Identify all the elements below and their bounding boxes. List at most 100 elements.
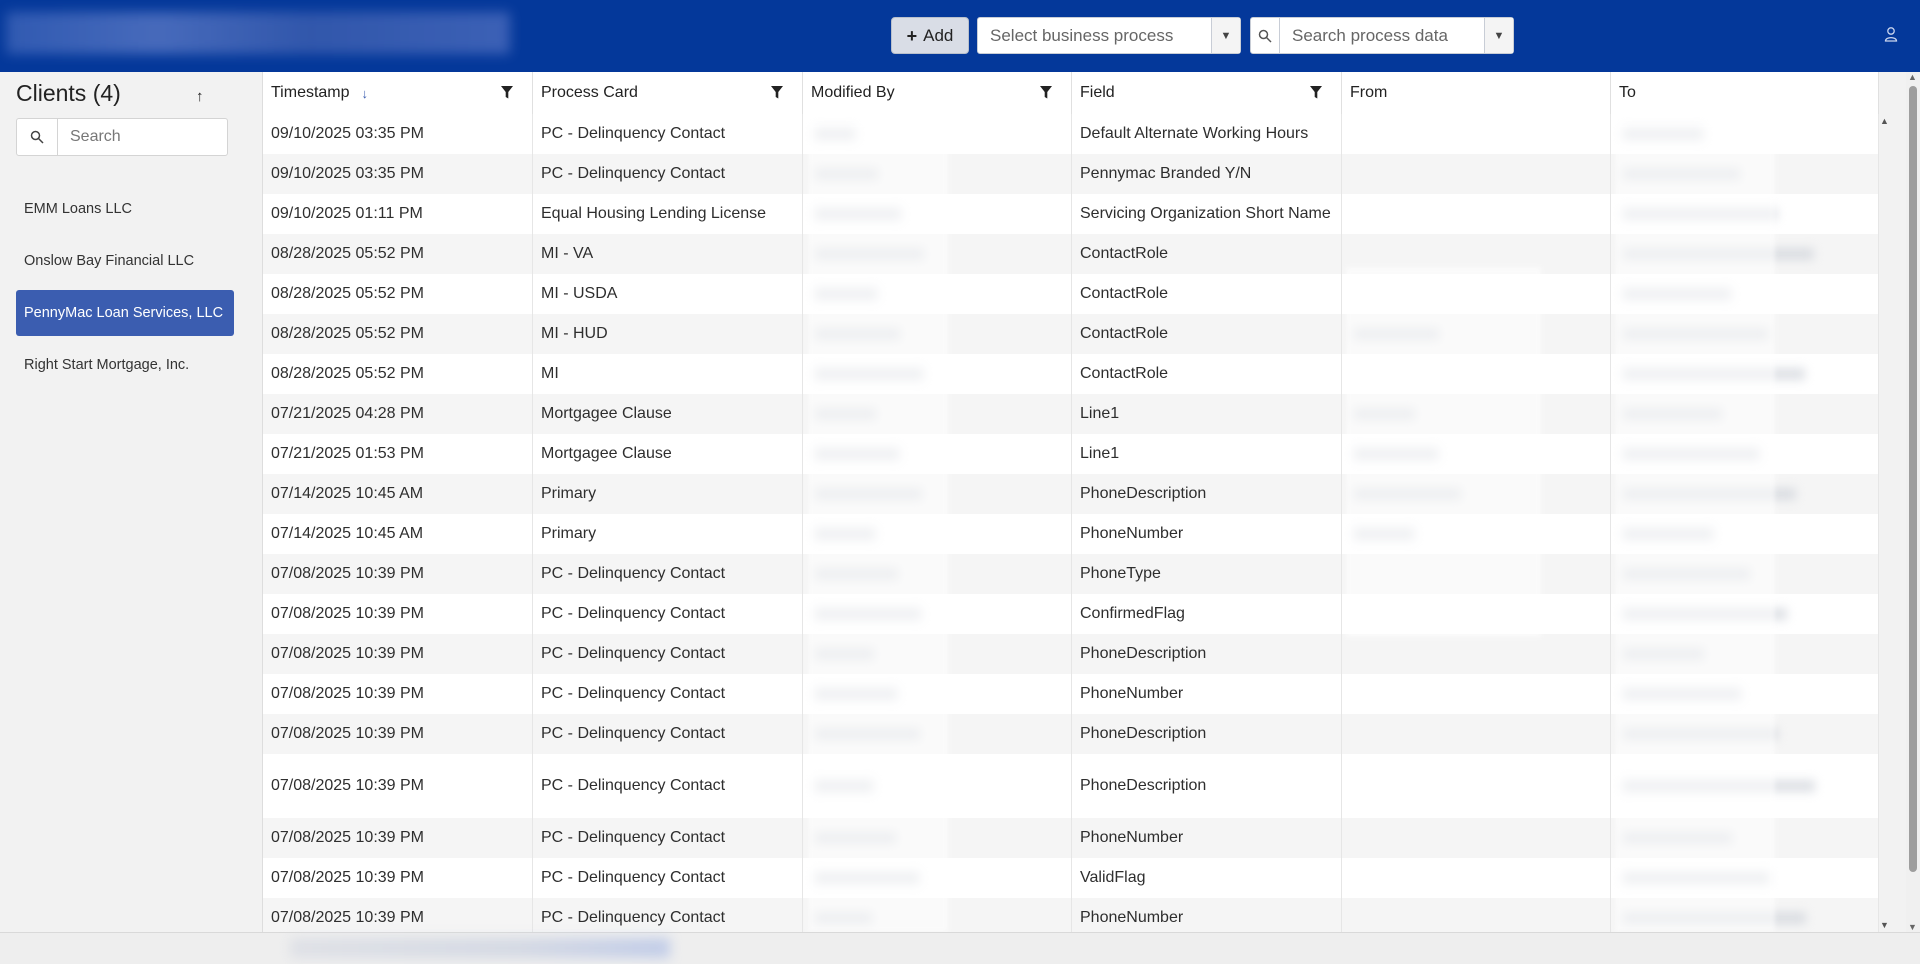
column-header[interactable]: From [1342,72,1611,114]
sort-desc-icon[interactable]: ↓ [362,86,369,101]
chevron-down-icon[interactable]: ▼ [1211,18,1240,53]
client-item[interactable]: Right Start Mortgage, Inc. [16,342,234,388]
cell-timestamp: 08/28/2025 05:52 PM [263,354,533,394]
cell-field: PhoneDescription [1072,754,1342,818]
cell-timestamp: 07/08/2025 10:39 PM [263,554,533,594]
cell-field: PhoneDescription [1072,634,1342,674]
cell-field: PhoneNumber [1072,514,1342,554]
clients-title: Clients (4) [16,80,121,106]
filter-icon[interactable] [500,85,514,100]
cell-timestamp: 08/28/2025 05:52 PM [263,274,533,314]
grid-header: Timestamp ↓ Process Card Modified By Field Fr… [263,72,1879,115]
cell-from [1342,114,1611,154]
filter-icon[interactable] [1039,85,1053,100]
cell-timestamp: 07/08/2025 10:39 PM [263,714,533,754]
cell-from [1342,818,1611,858]
cell-timestamp: 07/14/2025 10:45 AM [263,514,533,554]
cell-process-card: PC - Delinquency Contact [533,634,803,674]
cell-timestamp: 07/08/2025 10:39 PM [263,594,533,634]
chevron-down-icon[interactable]: ▼ [1484,18,1513,53]
filter-icon[interactable] [1309,85,1323,100]
page-scrollbar[interactable]: ▲ ▼ [1906,72,1920,932]
cell-process-card: PC - Delinquency Contact [533,858,803,898]
column-header-label: Process Card [541,84,638,101]
cell-from [1342,714,1611,754]
bottom-bar [0,932,1920,964]
sort-arrow-icon[interactable]: ↑ [196,88,204,105]
grid-scroll-up-icon[interactable]: ▲ [1880,116,1889,126]
plus-icon: + [906,25,918,46]
cell-process-card: Equal Housing Lending License [533,194,803,234]
cell-process-card: MI [533,354,803,394]
column-header[interactable]: Field [1072,72,1342,114]
cell-field: ContactRole [1072,234,1342,274]
cell-field: Pennymac Branded Y/N [1072,154,1342,194]
cell-field: ContactRole [1072,314,1342,354]
cell-process-card: PC - Delinquency Contact [533,114,803,154]
cell-process-card: PC - Delinquency Contact [533,754,803,818]
cell-timestamp: 07/14/2025 10:45 AM [263,474,533,514]
business-process-placeholder: Select business process [990,25,1174,45]
client-item[interactable]: EMM Loans LLC [16,186,234,232]
cell-field: ContactRole [1072,354,1342,394]
client-search-placeholder: Search [70,128,121,145]
cell-timestamp: 08/28/2025 05:52 PM [263,314,533,354]
cell-from [1342,154,1611,194]
cell-timestamp: 08/28/2025 05:52 PM [263,234,533,274]
cell-field: PhoneNumber [1072,674,1342,714]
scroll-down-icon[interactable]: ▼ [1908,922,1917,932]
column-header-label: From [1350,84,1388,101]
cell-field: ValidFlag [1072,858,1342,898]
cell-process-card: PC - Delinquency Contact [533,554,803,594]
cell-process-card: PC - Delinquency Contact [533,154,803,194]
cell-field: Line1 [1072,434,1342,474]
cell-field: PhoneType [1072,554,1342,594]
clients-sidebar: Clients (4) ↑ Search EMM Loans LLC Onslow… [0,72,253,932]
cell-field: Default Alternate Working Hours [1072,114,1342,154]
top-bar: + Add Select business process ▼ Search p… [0,0,1920,72]
column-header[interactable]: Modified By [803,72,1072,114]
cell-from [1342,858,1611,898]
cell-process-card: Primary [533,514,803,554]
column-header-label: Field [1080,84,1115,101]
filter-icon[interactable] [770,85,784,100]
column-header[interactable]: Timestamp ↓ [263,72,533,114]
cell-timestamp: 09/10/2025 03:35 PM [263,154,533,194]
scroll-up-icon[interactable]: ▲ [1908,72,1917,82]
client-search-input[interactable]: Search [16,118,228,156]
business-process-select[interactable]: Select business process ▼ [977,17,1241,54]
cell-process-card: PC - Delinquency Contact [533,674,803,714]
grid-scroll-down-icon[interactable]: ▼ [1880,920,1889,930]
search-icon [17,119,58,155]
cell-process-card: Primary [533,474,803,514]
cell-timestamp: 09/10/2025 01:11 PM [263,194,533,234]
cell-field: ContactRole [1072,274,1342,314]
modified-by-redaction [808,122,948,932]
cell-timestamp: 07/08/2025 10:39 PM [263,754,533,818]
cell-process-card: MI - VA [533,234,803,274]
cell-field: ConfirmedFlag [1072,594,1342,634]
audit-grid: Timestamp ↓ Process Card Modified By Field Fr… [262,72,1879,938]
column-header[interactable]: Process Card [533,72,803,114]
process-data-search[interactable]: Search process data ▼ [1250,17,1514,54]
column-header-label: Modified By [811,84,895,101]
cell-timestamp: 07/21/2025 01:53 PM [263,434,533,474]
cell-process-card: PC - Delinquency Contact [533,594,803,634]
user-icon[interactable] [1884,26,1900,44]
cell-timestamp: 07/08/2025 10:39 PM [263,634,533,674]
cell-process-card: PC - Delinquency Contact [533,714,803,754]
scrollbar-thumb[interactable] [1909,86,1917,872]
cell-field: PhoneNumber [1072,818,1342,858]
column-header[interactable]: To [1611,72,1879,114]
add-button[interactable]: + Add [891,17,969,54]
client-item[interactable]: PennyMac Loan Services, LLC [16,290,234,336]
column-header-label: Timestamp [271,84,350,101]
search-icon [1251,18,1280,53]
add-button-label: Add [923,25,954,45]
cell-field: Servicing Organization Short Name [1072,194,1342,234]
cell-field: PhoneDescription [1072,474,1342,514]
cell-process-card: PC - Delinquency Contact [533,818,803,858]
cell-timestamp: 07/08/2025 10:39 PM [263,674,533,714]
column-header-label: To [1619,84,1636,101]
client-item[interactable]: Onslow Bay Financial LLC [16,238,234,284]
